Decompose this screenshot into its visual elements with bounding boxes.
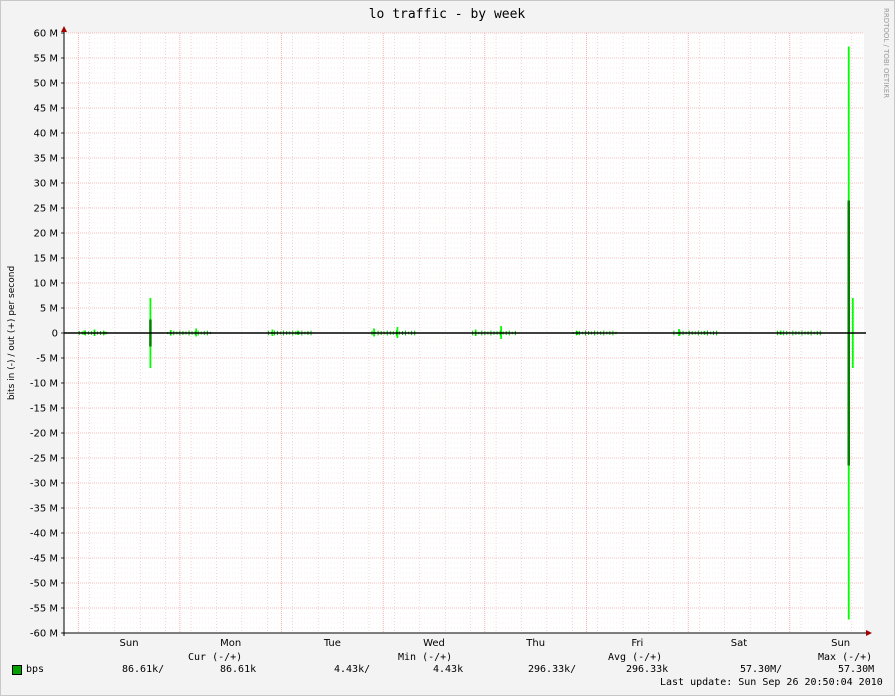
y-tick-label: -20 M xyxy=(30,429,58,440)
y-tick-label: -60 M xyxy=(30,629,58,640)
y-tick-label: 5 M xyxy=(40,304,58,315)
legend-cur-out: 86.61k xyxy=(220,664,257,675)
legend-header-max: Max (-/+) xyxy=(818,652,873,663)
y-tick-label: -35 M xyxy=(30,504,58,515)
y-tick-label: 60 M xyxy=(33,29,58,40)
y-tick-label: -10 M xyxy=(30,379,58,390)
y-tick-label: -55 M xyxy=(30,604,58,615)
x-tick-label: Mon xyxy=(220,638,241,649)
y-tick-label: 45 M xyxy=(33,104,58,115)
y-tick-label: -15 M xyxy=(30,404,58,415)
legend-header-avg: Avg (-/+) xyxy=(608,652,663,663)
traffic-chart: lo traffic - by week RRDTOOL / TOBI OETI… xyxy=(0,0,895,696)
x-tick-label: Tue xyxy=(323,638,341,649)
legend-min-in: 4.43k/ xyxy=(334,664,371,675)
y-tick-label: 10 M xyxy=(33,279,58,290)
y-tick-label: 0 xyxy=(52,329,58,340)
y-tick-label: -40 M xyxy=(30,529,58,540)
x-tick-label: Sun xyxy=(120,638,139,649)
last-update: Last update: Sun Sep 26 20:50:04 2010 xyxy=(660,677,883,688)
y-tick-label: 40 M xyxy=(33,129,58,140)
chart-title: lo traffic - by week xyxy=(369,7,526,22)
y-tick-label: 25 M xyxy=(33,204,58,215)
x-tick-label: Fri xyxy=(631,638,643,649)
legend-max-in: 57.30M/ xyxy=(740,664,783,675)
legend-header-cur: Cur (-/+) xyxy=(188,652,243,663)
y-tick-label: 50 M xyxy=(33,79,58,90)
y-tick-label: -30 M xyxy=(30,479,58,490)
legend-avg-out: 296.33k xyxy=(626,664,669,675)
legend-header-min: Min (-/+) xyxy=(398,652,453,663)
legend-label-bps: bps xyxy=(26,664,45,675)
y-tick-label: 55 M xyxy=(33,54,58,65)
y-tick-label: -25 M xyxy=(30,454,58,465)
x-tick-label: Sat xyxy=(731,638,747,649)
y-tick-label: 15 M xyxy=(33,254,58,265)
legend-swatch-bps xyxy=(12,665,22,675)
x-tick-label: Sun xyxy=(831,638,850,649)
y-tick-label: 35 M xyxy=(33,154,58,165)
y-tick-label: 20 M xyxy=(33,229,58,240)
legend-max-out: 57.30M xyxy=(838,664,875,675)
legend-cur-in: 86.61k/ xyxy=(122,664,165,675)
y-tick-label: -5 M xyxy=(36,354,58,365)
x-tick-label: Thu xyxy=(525,638,545,649)
watermark: RRDTOOL / TOBI OETIKER xyxy=(882,8,890,98)
y-tick-label: -50 M xyxy=(30,579,58,590)
legend-min-out: 4.43k xyxy=(433,664,464,675)
x-tick-label: Wed xyxy=(423,638,445,649)
y-tick-label: 30 M xyxy=(33,179,58,190)
y-axis-label: bits in (-) / out (+) per second xyxy=(7,266,17,400)
y-tick-label: -45 M xyxy=(30,554,58,565)
legend-avg-in: 296.33k/ xyxy=(528,664,577,675)
